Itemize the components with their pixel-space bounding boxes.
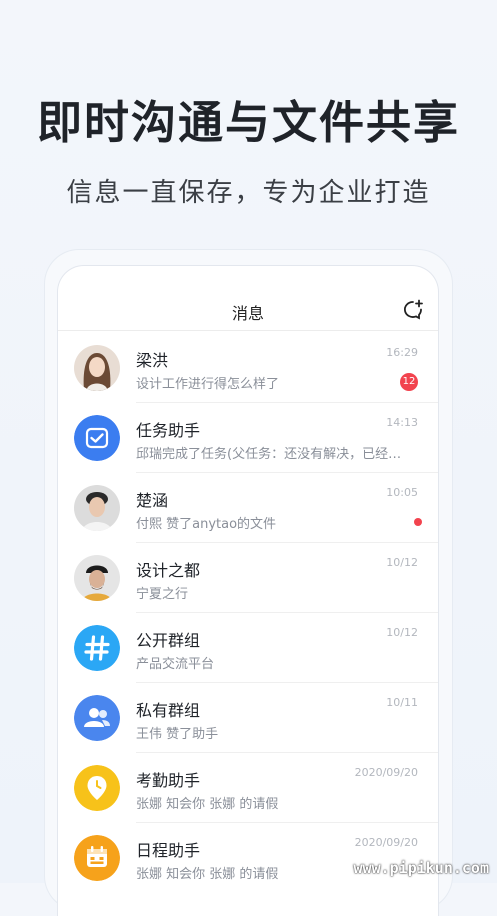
conversation-item[interactable]: 设计之都 宁夏之行 10/12	[58, 543, 438, 613]
conversation-name: 考勤助手	[136, 771, 201, 790]
unread-dot	[414, 518, 422, 526]
conversation-item[interactable]: 公开群组 产品交流平台 10/12	[58, 613, 438, 683]
headline: 即时沟通与文件共享	[36, 96, 460, 149]
conversation-time: 14:13	[386, 416, 418, 429]
app-header: 消息	[58, 266, 438, 331]
conversation-item[interactable]: 考勤助手 张娜 知会你 张娜 的请假 2020/09/20	[58, 753, 438, 823]
conversation-preview: 张娜 知会你 张娜 的请假	[136, 797, 279, 812]
conversation-item[interactable]: 梁洪 设计工作进行得怎么样了 16:29 12	[58, 333, 438, 403]
conversation-name: 设计之都	[136, 561, 201, 580]
conversation-time: 16:29	[386, 346, 418, 359]
group-icon	[74, 695, 120, 741]
conversation-time: 10/12	[386, 556, 418, 569]
conversation-name: 私有群组	[136, 701, 201, 720]
conversation-name: 日程助手	[136, 841, 201, 860]
conversation-preview: 邱瑞完成了任务(父任务：还没有解决，已经…	[136, 447, 402, 462]
phone-screen: 消息 梁洪 设计工作进行得怎么样了 16:29 12 任务助手 邱瑞完成了任务(…	[58, 266, 438, 916]
conversation-name: 梁洪	[136, 351, 169, 370]
conversation-item[interactable]: 楚涵 付熙 赞了anytao的文件 10:05	[58, 473, 438, 543]
subline: 信息一直保存，专为企业打造	[66, 178, 431, 208]
conversation-item[interactable]: 私有群组 王伟 赞了助手 10/11	[58, 683, 438, 753]
conversation-item[interactable]: 任务助手 邱瑞完成了任务(父任务：还没有解决，已经… 14:13	[58, 403, 438, 473]
conversation-preview: 王伟 赞了助手	[136, 727, 219, 742]
conversation-name: 公开群组	[136, 631, 201, 650]
conversation-preview: 付熙 赞了anytao的文件	[136, 517, 277, 532]
conversation-time: 2020/09/20	[354, 836, 418, 849]
conversation-time: 10/12	[386, 626, 418, 639]
hashtag-icon	[74, 625, 120, 671]
conversation-preview: 宁夏之行	[136, 587, 189, 602]
conversation-name: 楚涵	[136, 491, 169, 510]
conversation-time: 2020/09/20	[354, 766, 418, 779]
conversation-time: 10/11	[386, 696, 418, 709]
conversation-preview: 设计工作进行得怎么样了	[136, 377, 280, 392]
conversation-time: 10:05	[386, 486, 418, 499]
task-check-icon	[74, 415, 120, 461]
unread-badge: 12	[400, 373, 418, 391]
conversation-preview: 产品交流平台	[136, 657, 215, 672]
avatar	[74, 345, 120, 391]
location-clock-icon	[74, 765, 120, 811]
avatar	[74, 555, 120, 601]
calendar-icon	[74, 835, 120, 881]
new-chat-icon[interactable]	[402, 299, 424, 321]
page-title: 消息	[231, 304, 264, 323]
conversation-name: 任务助手	[136, 421, 201, 440]
watermark: www.pipikun.com	[353, 859, 489, 877]
avatar	[74, 485, 120, 531]
